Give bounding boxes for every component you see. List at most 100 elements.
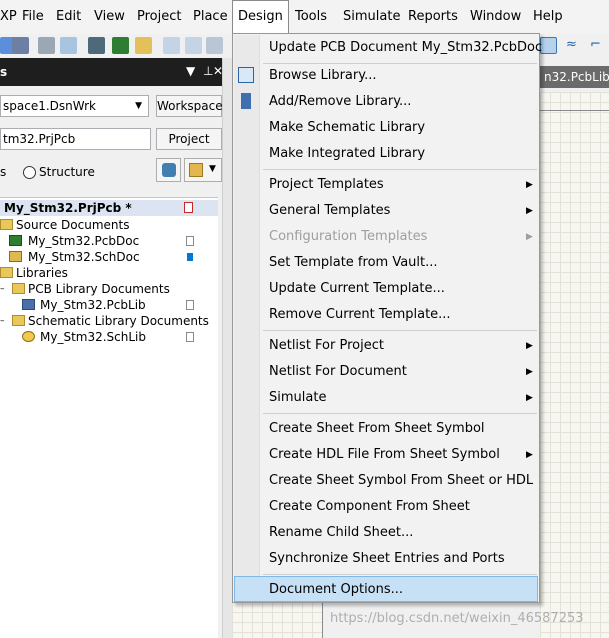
chevron-down-icon: ▼ xyxy=(209,164,216,174)
menu-item-create-component-from-sheet[interactable]: Create Component From Sheet xyxy=(234,494,538,520)
tab-pcblib[interactable]: n32.PcbLib xyxy=(540,66,609,88)
menu-item-label: Document Options... xyxy=(269,582,404,597)
menu-item-configuration-templates: Configuration Templates ▶ xyxy=(234,224,538,250)
menu-simulate[interactable]: Simulate xyxy=(343,0,400,34)
menu-reports[interactable]: Reports xyxy=(408,0,458,34)
tree-item-schlib[interactable]: My_Stm32.SchLib xyxy=(0,329,218,345)
project-button[interactable]: Project xyxy=(156,128,222,150)
view-option-label: s xyxy=(0,165,7,179)
menu-edit[interactable]: Edit xyxy=(56,0,81,34)
menu-item-label: Netlist For Project xyxy=(269,338,384,353)
zoom-selection-icon[interactable] xyxy=(206,37,223,54)
bus-icon[interactable]: ⌐ xyxy=(590,37,607,54)
wire-icon[interactable]: ≈ xyxy=(566,37,583,54)
menu-item-label: Project Templates xyxy=(269,177,384,192)
menu-item-general-templates[interactable]: General Templates ▶ xyxy=(234,198,538,224)
print-icon[interactable] xyxy=(38,37,55,54)
menu-bar: XP File Edit View Project Place Design T… xyxy=(0,0,609,34)
workspace-combo[interactable]: space1.DsnWrk ▼ xyxy=(0,95,149,117)
tree-item-pcblib[interactable]: My_Stm32.PcbLib xyxy=(0,297,218,313)
sch-lib-icon xyxy=(22,331,35,342)
menu-item-create-sheet-from-symbol[interactable]: Create Sheet From Sheet Symbol xyxy=(234,416,538,442)
menu-item-rename-child-sheet[interactable]: Rename Child Sheet... xyxy=(234,520,538,546)
menu-separator xyxy=(263,330,537,331)
chevron-right-icon: ▶ xyxy=(526,450,533,460)
menu-item-document-options[interactable]: Document Options... xyxy=(234,576,538,602)
menu-place[interactable]: Place xyxy=(193,0,228,34)
menu-help[interactable]: Help xyxy=(533,0,563,34)
folder-label: Schematic Library Documents xyxy=(28,314,209,328)
tree-folder-libraries[interactable]: Libraries xyxy=(0,265,218,281)
tree-item-pcbdoc[interactable]: My_Stm32.PcbDoc xyxy=(0,233,218,249)
board-3d-icon[interactable] xyxy=(88,37,105,54)
menu-item-update-current-template[interactable]: Update Current Template... xyxy=(234,276,538,302)
menu-xp[interactable]: XP xyxy=(0,0,17,34)
browse-highlight-icon[interactable] xyxy=(540,37,557,54)
tree-folder-source[interactable]: Source Documents xyxy=(0,217,218,233)
menu-view[interactable]: View xyxy=(94,0,125,34)
structure-label: Structure xyxy=(39,165,95,179)
menu-item-create-hdl-from-symbol[interactable]: Create HDL File From Sheet Symbol ▶ xyxy=(234,442,538,468)
panel-title: s xyxy=(0,65,8,79)
menu-item-netlist-for-project[interactable]: Netlist For Project ▶ xyxy=(234,333,538,359)
modified-doc-icon xyxy=(184,202,193,213)
menu-item-label: Netlist For Document xyxy=(269,364,407,379)
menu-project[interactable]: Project xyxy=(137,0,181,34)
browse-library-icon xyxy=(238,67,254,83)
document-tabs: n32.PcbLib xyxy=(540,58,609,92)
menu-item-label: Configuration Templates xyxy=(269,229,428,244)
menu-item-browse-library[interactable]: Browse Library... xyxy=(234,63,538,89)
chevron-right-icon: ▶ xyxy=(526,341,533,351)
design-menu: Update PCB Document My_Stm32.PcbDoc Brow… xyxy=(232,33,542,603)
pin-icon[interactable]: ⊥ xyxy=(203,64,213,78)
project-settings-button[interactable] xyxy=(156,158,181,182)
workspace-button[interactable]: Workspace xyxy=(156,95,223,117)
menu-window[interactable]: Window xyxy=(470,0,521,34)
menu-design[interactable]: Design xyxy=(232,0,289,34)
project-actions-button[interactable]: ▼ xyxy=(184,158,222,182)
menu-item-synchronize-sheet-entries[interactable]: Synchronize Sheet Entries and Ports xyxy=(234,546,538,572)
menu-separator xyxy=(263,413,537,414)
menu-item-label: Create HDL File From Sheet Symbol xyxy=(269,447,500,462)
menu-file[interactable]: File xyxy=(22,0,44,34)
tree-project[interactable]: My_Stm32.PrjPcb * xyxy=(0,200,218,216)
chevron-right-icon: ▶ xyxy=(526,232,533,242)
folder-icon[interactable] xyxy=(135,37,152,54)
save-icon[interactable] xyxy=(12,37,29,54)
menu-item-create-symbol-from-sheet[interactable]: Create Sheet Symbol From Sheet or HDL xyxy=(234,468,538,494)
menu-item-label: Browse Library... xyxy=(269,68,377,83)
menu-item-simulate[interactable]: Simulate ▶ xyxy=(234,385,538,411)
tree-folder-pcblibs[interactable]: – PCB Library Documents xyxy=(0,281,218,297)
panel-header: s ▼ ⊥ ✕ xyxy=(0,58,223,86)
pcb-lib-icon xyxy=(22,299,35,310)
menu-item-netlist-for-document[interactable]: Netlist For Document ▶ xyxy=(234,359,538,385)
pcb-icon[interactable] xyxy=(112,37,129,54)
menu-item-make-integrated-library[interactable]: Make Integrated Library xyxy=(234,141,538,167)
menu-item-remove-current-template[interactable]: Remove Current Template... xyxy=(234,302,538,328)
menu-item-label: Update Current Template... xyxy=(269,281,445,296)
menu-item-set-template-from-vault[interactable]: Set Template from Vault... xyxy=(234,250,538,276)
menu-item-update-pcb[interactable]: Update PCB Document My_Stm32.PcbDoc xyxy=(234,35,542,61)
menu-separator xyxy=(263,169,537,170)
menu-item-make-schematic-library[interactable]: Make Schematic Library xyxy=(234,115,538,141)
zoom-fit-icon[interactable] xyxy=(163,37,180,54)
chevron-right-icon: ▶ xyxy=(526,367,533,377)
workspace-combo-value: space1.DsnWrk xyxy=(3,99,96,113)
zoom-area-icon[interactable] xyxy=(185,37,202,54)
projects-panel: s ▼ ⊥ ✕ space1.DsnWrk ▼ Workspace tm32.P… xyxy=(0,58,223,638)
menu-item-label: Make Integrated Library xyxy=(269,146,426,161)
menu-item-label: Remove Current Template... xyxy=(269,307,451,322)
tree-item-schdoc[interactable]: My_Stm32.SchDoc xyxy=(0,249,218,265)
structure-radio[interactable] xyxy=(23,166,36,179)
print-preview-icon[interactable] xyxy=(60,37,77,54)
panel-menu-icon[interactable]: ▼ xyxy=(186,64,195,78)
menu-item-label: Update PCB Document My_Stm32.PcbDoc xyxy=(269,40,543,55)
project-field[interactable]: tm32.PrjPcb xyxy=(0,128,151,150)
tree-item-label: My_Stm32.PcbDoc xyxy=(28,234,140,248)
menu-tools[interactable]: Tools xyxy=(295,0,327,34)
panel-splitter[interactable] xyxy=(222,58,232,638)
tree-folder-schlibs[interactable]: – Schematic Library Documents xyxy=(0,313,218,329)
project-name: My_Stm32.PrjPcb * xyxy=(4,201,132,215)
menu-item-add-remove-library[interactable]: Add/Remove Library... xyxy=(234,89,538,115)
menu-item-project-templates[interactable]: Project Templates ▶ xyxy=(234,172,538,198)
